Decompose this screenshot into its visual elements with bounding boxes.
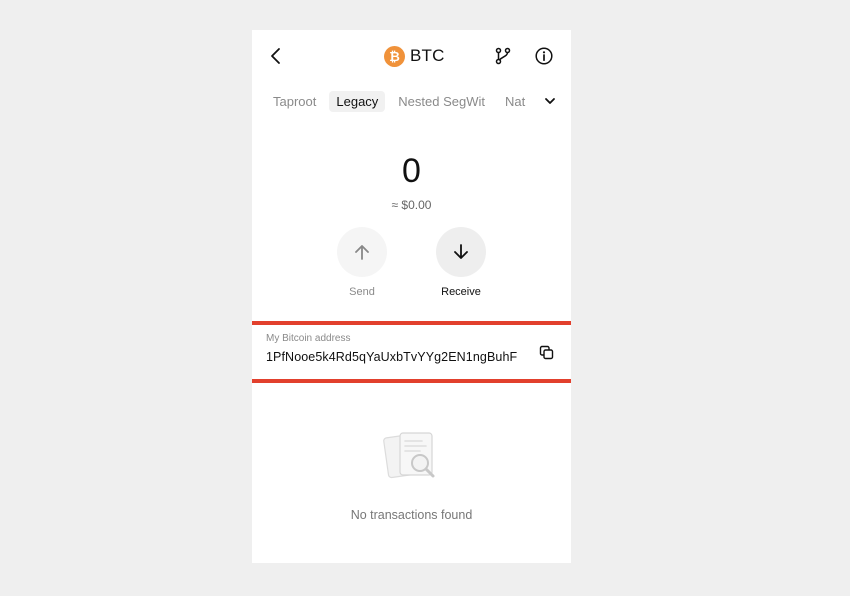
receive-button[interactable]: Receive [431, 227, 491, 298]
arrow-down-icon [454, 244, 468, 259]
receive-circle[interactable] [436, 227, 486, 277]
receive-label: Receive [441, 286, 481, 298]
empty-state-text: No transactions found [350, 508, 473, 522]
back-arrow-icon[interactable] [268, 47, 284, 65]
address-label: My Bitcoin address [266, 333, 351, 344]
address-type-tabs: Taproot Legacy Nested SegWit Nat [266, 90, 571, 112]
tab-taproot[interactable]: Taproot [266, 91, 323, 112]
bitcoin-icon: ₿ [384, 45, 405, 67]
balance-amount: 0 [402, 152, 421, 190]
page-title: BTC [410, 46, 445, 65]
empty-documents-icon [383, 432, 435, 479]
branch-icon[interactable] [494, 47, 512, 65]
asset-title: ₿ BTC [384, 45, 445, 67]
arrow-up-icon [355, 245, 369, 260]
bitcoin-address[interactable]: 1PfNooe5k4Rd5qYaUxbTvYYg2EN1ngBuhF [266, 350, 517, 364]
wallet-panel: ₿ BTC Taproot Legacy Nested SegWit Nat 0… [252, 30, 571, 563]
send-circle[interactable] [337, 227, 387, 277]
send-button[interactable]: Send [332, 227, 392, 298]
send-label: Send [349, 286, 375, 298]
chevron-down-icon[interactable] [544, 95, 556, 107]
tab-legacy[interactable]: Legacy [329, 90, 386, 112]
tab-nested-segwit[interactable]: Nested SegWit [391, 91, 492, 112]
fiat-value: ≈ $0.00 [391, 198, 432, 212]
header: ₿ BTC [252, 30, 571, 82]
info-icon[interactable] [535, 47, 553, 65]
copy-icon[interactable] [539, 345, 554, 360]
